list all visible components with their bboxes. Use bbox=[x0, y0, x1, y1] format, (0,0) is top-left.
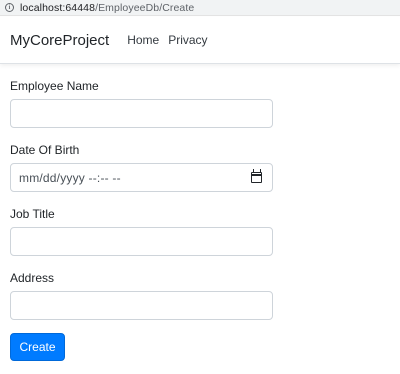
address-label: Address bbox=[10, 271, 55, 285]
job-title-group: Job Title bbox=[10, 207, 273, 256]
job-title-label: Job Title bbox=[10, 207, 55, 221]
url-host: localhost:64448 bbox=[20, 1, 96, 14]
date-of-birth-group: Date Of Birth mm/dd/yyyy --:-- -- bbox=[10, 143, 273, 192]
nav-link-home[interactable]: Home bbox=[127, 33, 159, 47]
job-title-input[interactable] bbox=[10, 227, 273, 256]
date-of-birth-input[interactable]: mm/dd/yyyy --:-- -- bbox=[10, 163, 273, 192]
address-group: Address bbox=[10, 271, 273, 320]
date-placeholder: mm/dd/yyyy --:-- -- bbox=[19, 170, 121, 185]
create-button[interactable]: Create bbox=[10, 333, 65, 361]
employee-name-input[interactable] bbox=[10, 99, 273, 128]
info-icon[interactable]: i bbox=[5, 3, 14, 12]
date-of-birth-label: Date Of Birth bbox=[10, 143, 80, 157]
url-text[interactable]: localhost:64448/EmployeeDb/Create bbox=[20, 2, 194, 14]
navbar-brand[interactable]: MyCoreProject bbox=[10, 32, 109, 49]
browser-address-bar[interactable]: i localhost:64448/EmployeeDb/Create bbox=[0, 0, 400, 16]
url-path: /EmployeeDb/Create bbox=[95, 1, 195, 14]
employee-name-label: Employee Name bbox=[10, 79, 99, 93]
calendar-icon[interactable] bbox=[251, 169, 262, 183]
employee-name-group: Employee Name bbox=[10, 79, 273, 128]
nav-link-privacy[interactable]: Privacy bbox=[168, 33, 207, 47]
top-navbar: MyCoreProject Home Privacy bbox=[0, 17, 400, 64]
address-input[interactable] bbox=[10, 291, 273, 320]
